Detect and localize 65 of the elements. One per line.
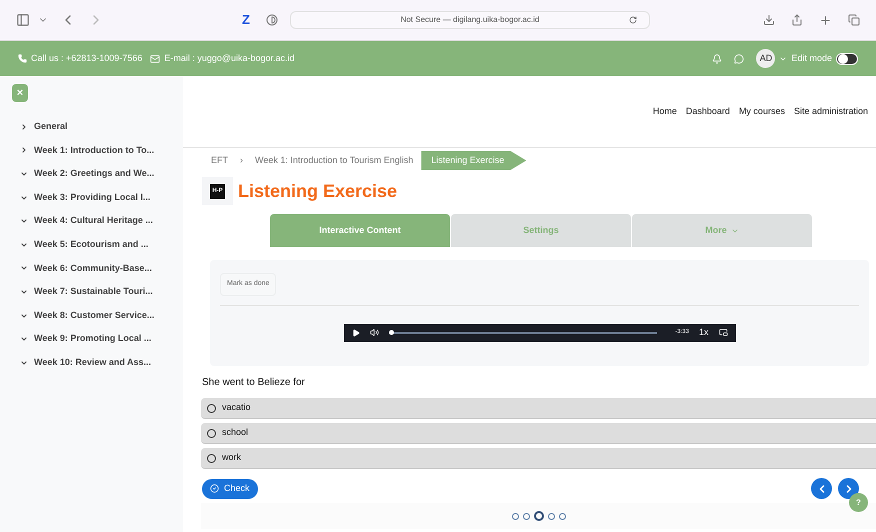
play-icon[interactable] xyxy=(352,328,360,337)
sidebar-item[interactable]: Week 2: Greetings and We... xyxy=(12,162,183,186)
chevron-down-icon xyxy=(20,358,28,367)
sidebar-item[interactable]: Week 7: Sustainable Touri... xyxy=(12,280,183,304)
sidebar-item[interactable]: Week 8: Customer Service... xyxy=(12,304,183,328)
notification-icon[interactable] xyxy=(712,54,722,64)
phone-text: Call us : +62813-1009-7566 xyxy=(31,52,142,65)
next-button[interactable] xyxy=(838,478,859,499)
chevron-down-icon xyxy=(20,335,28,344)
nav-link[interactable]: My courses xyxy=(738,104,785,118)
check-button[interactable]: Check xyxy=(202,478,258,498)
chevron-down-icon xyxy=(20,170,28,178)
radio-button[interactable] xyxy=(207,454,216,462)
nav-link[interactable]: Dashboard xyxy=(686,104,730,118)
picture-in-picture-icon[interactable] xyxy=(718,328,728,338)
previous-button[interactable] xyxy=(811,478,832,499)
answer-option[interactable]: school xyxy=(201,423,876,444)
chevron-down-icon xyxy=(20,312,28,320)
contrast-icon[interactable] xyxy=(266,14,278,26)
sidebar-item[interactable]: Week 4: Cultural Heritage ... xyxy=(12,209,183,233)
volume-icon[interactable] xyxy=(370,328,378,338)
user-avatar[interactable]: AD xyxy=(756,49,776,68)
sidebar-item[interactable]: Week 10: Review and Ass... xyxy=(12,350,183,375)
nav-link[interactable]: Home xyxy=(652,104,677,118)
edit-mode-label: Edit mode xyxy=(791,52,832,65)
sidebar-item[interactable]: Week 1: Introduction to To... xyxy=(12,138,183,162)
chevron-right-icon xyxy=(20,122,28,131)
reload-icon[interactable] xyxy=(628,16,637,24)
phone-icon xyxy=(18,54,27,63)
speed-button[interactable]: 1x xyxy=(698,326,708,340)
sidebar-toggle-icon[interactable] xyxy=(16,13,30,27)
edit-mode-switch[interactable] xyxy=(836,52,858,64)
sidebar-item[interactable]: General xyxy=(12,115,183,139)
chevron-down-icon xyxy=(20,288,28,296)
page-title: Listening Exercise xyxy=(238,180,398,203)
download-icon[interactable] xyxy=(763,14,775,26)
breadcrumb-separator: › xyxy=(240,154,243,167)
chevron-down-icon xyxy=(20,240,28,249)
mail-icon xyxy=(150,54,160,64)
sidebar-item[interactable]: Week 3: Providing Local I... xyxy=(12,186,183,210)
breadcrumb-link[interactable]: EFT xyxy=(211,154,228,168)
seek-track[interactable] xyxy=(388,332,658,334)
radio-button[interactable] xyxy=(207,404,216,412)
answer-option[interactable]: vacatio xyxy=(201,398,876,419)
chevron-right-icon xyxy=(20,146,28,154)
sidebar-item[interactable]: Week 9: Promoting Local ... xyxy=(12,327,183,351)
extension-icon[interactable]: Z xyxy=(242,10,250,30)
tabs-icon[interactable] xyxy=(848,14,860,26)
sidebar-item[interactable]: Week 5: Ecotourism and ... xyxy=(12,232,183,257)
answer-option[interactable]: work xyxy=(201,448,876,469)
chevron-down-icon xyxy=(20,217,28,226)
breadcrumb-link[interactable]: Week 1: Introduction to Tourism English xyxy=(255,154,414,168)
message-icon[interactable] xyxy=(734,54,744,64)
share-icon[interactable] xyxy=(791,14,803,26)
email-text: E-mail : yuggo@uika-bogor.ac.id xyxy=(164,52,295,65)
chevron-down-icon xyxy=(20,264,28,272)
new-tab-icon[interactable] xyxy=(819,14,832,26)
seek-thumb[interactable] xyxy=(388,330,394,335)
check-icon xyxy=(210,484,219,493)
question-text: She went to Belieze for xyxy=(202,376,306,390)
nav-link[interactable]: Site administration xyxy=(794,104,868,118)
address-bar[interactable]: Not Secure — digilang.uika-bogor.ac.id xyxy=(290,11,650,29)
sidebar-item[interactable]: Week 6: Community-Base... xyxy=(12,256,183,280)
chevron-down-icon xyxy=(20,194,28,202)
radio-button[interactable] xyxy=(207,428,216,438)
